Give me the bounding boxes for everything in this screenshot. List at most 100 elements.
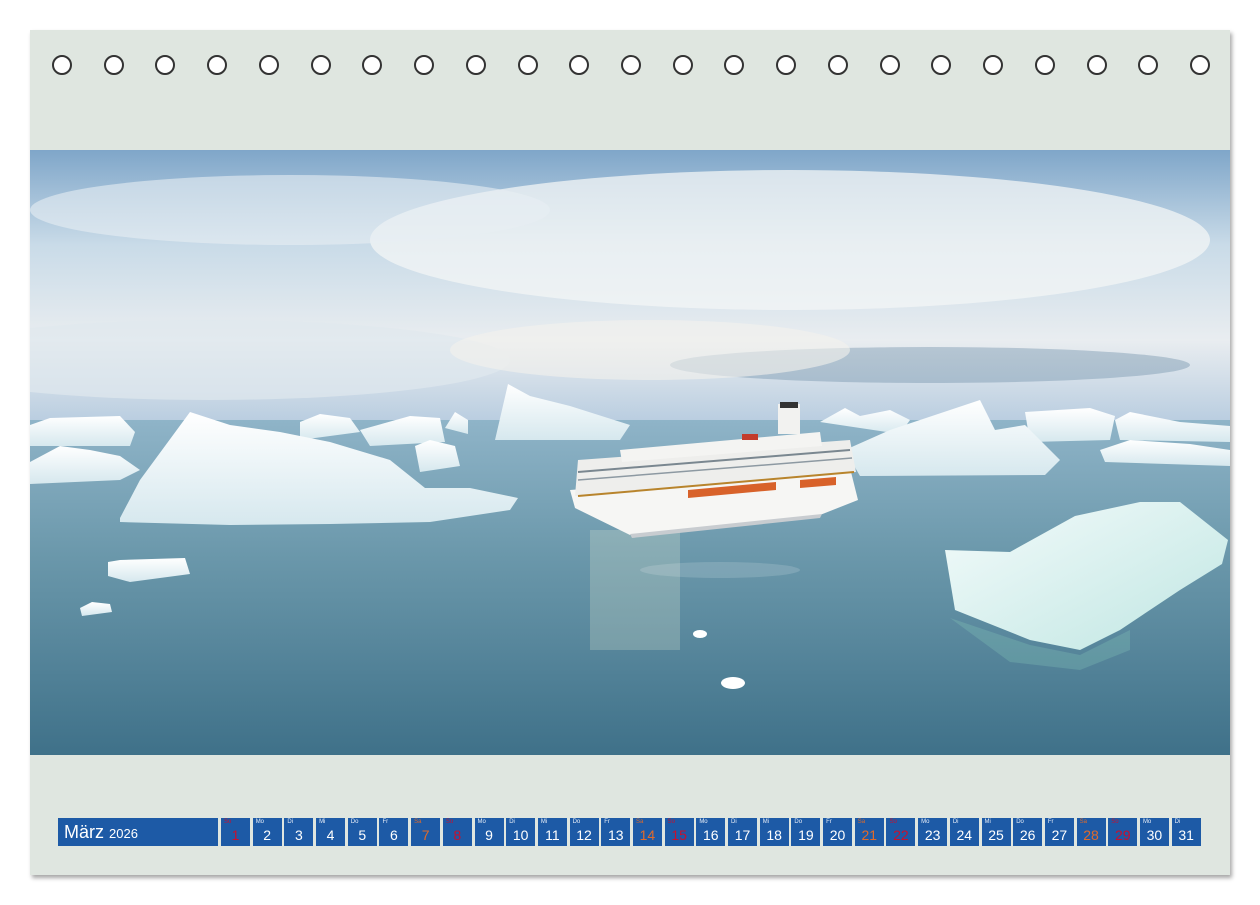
- binding-hole: [103, 55, 124, 75]
- day-cell: So 29: [1108, 818, 1138, 846]
- binding-hole: [362, 55, 383, 75]
- day-number: 17: [734, 827, 751, 843]
- weekday-abbr: Di: [287, 819, 294, 825]
- binding-hole: [1034, 55, 1055, 75]
- day-number: 16: [703, 827, 719, 843]
- weekday-abbr: Di: [1174, 819, 1181, 825]
- cruise-ship-iceberg-photo: [30, 150, 1230, 755]
- weekday-abbr: Mi: [762, 819, 770, 825]
- binding-hole: [724, 55, 745, 75]
- weekday-abbr: Mo: [477, 819, 486, 825]
- binding-hole: [258, 55, 279, 75]
- weekday-abbr: Mo: [921, 819, 930, 825]
- weekday-abbr: Mo: [1142, 819, 1152, 825]
- day-number: 27: [1051, 827, 1068, 843]
- day-cell: Do 19: [791, 818, 821, 846]
- weekday-abbr: Fr: [604, 819, 610, 825]
- binding-hole: [517, 55, 538, 75]
- day-number: 4: [326, 827, 335, 843]
- day-cell: So 1: [221, 818, 250, 846]
- day-cell: Di 31: [1171, 818, 1201, 846]
- weekday-abbr: So: [445, 819, 454, 825]
- weekday-abbr: Fr: [382, 819, 389, 825]
- day-number: 11: [545, 827, 560, 843]
- binding-holes: [52, 55, 1210, 79]
- weekday-abbr: Sa: [635, 819, 644, 825]
- day-cell: Do 26: [1013, 818, 1043, 846]
- day-number: 8: [453, 827, 462, 843]
- day-cell: So 15: [664, 818, 694, 846]
- weekday-abbr: Do: [794, 819, 803, 825]
- day-cell: Do 12: [569, 818, 599, 846]
- day-number: 9: [485, 827, 493, 843]
- day-cell: Di 17: [728, 818, 757, 846]
- day-number: 21: [861, 827, 878, 843]
- binding-hole: [931, 55, 952, 75]
- weekday-abbr: Di: [731, 819, 737, 825]
- binding-hole: [310, 55, 331, 75]
- day-cell: Mo 16: [696, 818, 726, 846]
- day-number: 22: [893, 827, 909, 843]
- day-cell: Di 10: [506, 818, 536, 846]
- weekday-abbr: Mo: [699, 819, 708, 825]
- day-cell: Mo 30: [1139, 818, 1169, 846]
- day-number: 20: [829, 827, 846, 843]
- day-cell: Mi 11: [537, 818, 567, 846]
- weekday-abbr: So: [667, 819, 675, 825]
- binding-hole: [569, 55, 590, 75]
- weekday-abbr: Sa: [414, 819, 422, 825]
- weekday-abbr: Do: [572, 819, 581, 825]
- day-number: 13: [607, 827, 624, 843]
- day-cell: Mo 2: [252, 818, 282, 846]
- binding-hole: [52, 55, 72, 75]
- weekday-abbr: Mi: [319, 819, 326, 825]
- day-number: 18: [766, 827, 782, 843]
- month-name: März: [64, 821, 104, 842]
- day-cell: Sa 7: [411, 818, 441, 846]
- day-number: 1: [231, 827, 240, 843]
- day-number: 15: [671, 827, 687, 843]
- day-number: 10: [512, 827, 529, 843]
- weekday-abbr: Sa: [1079, 819, 1087, 825]
- binding-hole: [1086, 55, 1107, 75]
- day-cell: Sa 14: [632, 818, 662, 846]
- month-label: März 2026: [58, 818, 218, 846]
- day-cell: Di 3: [284, 818, 314, 846]
- binding-hole: [776, 55, 797, 75]
- day-number: 26: [1019, 827, 1036, 843]
- weekday-abbr: Di: [952, 819, 959, 825]
- day-cell: Fr 13: [601, 818, 631, 846]
- weekday-abbr: So: [224, 819, 232, 825]
- day-cell: Sa 28: [1076, 818, 1106, 846]
- binding-hole: [672, 55, 693, 75]
- binding-hole: [879, 55, 900, 75]
- weekday-abbr: So: [1111, 819, 1119, 825]
- day-number: 7: [421, 827, 430, 843]
- binding-hole: [983, 55, 1004, 75]
- day-number: 2: [263, 827, 272, 843]
- weekday-abbr: Do: [1016, 819, 1024, 825]
- day-number: 5: [358, 827, 367, 843]
- day-cell: Mi 18: [759, 818, 789, 846]
- day-cell: Mi 4: [316, 818, 346, 846]
- calendar-strip: März 2026 So 1 Mo 2 Di 3 Mi 4 Do 5 Fr 6 Sa 7 So 8 Mo 9 Di 1…: [58, 818, 1203, 846]
- binding-hole: [465, 55, 486, 75]
- day-number: 23: [924, 827, 941, 843]
- day-number: 30: [1146, 827, 1163, 843]
- binding-hole: [155, 55, 176, 75]
- weekday-abbr: Fr: [1047, 819, 1054, 825]
- weekday-abbr: Do: [350, 819, 359, 825]
- day-cell: Fr 20: [823, 818, 853, 846]
- day-cell: Sa 21: [854, 818, 884, 846]
- day-cell: Fr 6: [379, 818, 409, 846]
- binding-hole: [1190, 55, 1210, 75]
- day-cell: Mo 9: [474, 818, 504, 846]
- weekday-abbr: Sa: [857, 819, 866, 825]
- day-number: 6: [390, 827, 398, 843]
- binding-hole: [621, 55, 641, 75]
- day-cell: Di 24: [949, 818, 979, 846]
- day-number: 28: [1083, 827, 1099, 843]
- day-number: 19: [798, 827, 814, 843]
- day-number: 29: [1114, 827, 1131, 843]
- day-cell: So 8: [442, 818, 472, 846]
